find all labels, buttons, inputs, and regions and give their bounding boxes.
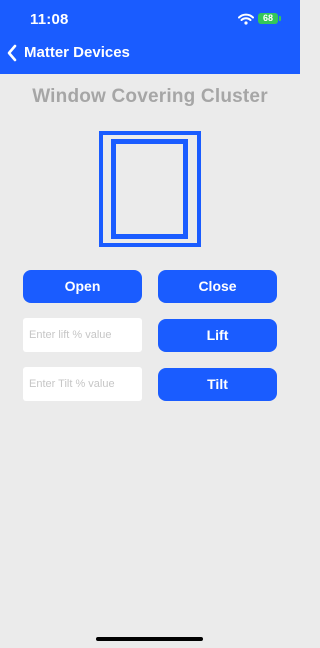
open-button[interactable]: Open <box>23 270 142 303</box>
wifi-icon <box>238 12 254 30</box>
page-title: Window Covering Cluster <box>32 86 268 107</box>
lift-input[interactable]: Enter lift % value <box>23 318 142 352</box>
home-indicator[interactable] <box>96 637 203 641</box>
lift-button[interactable]: Lift <box>158 319 277 352</box>
window-icon <box>99 131 201 252</box>
battery-tip <box>279 16 281 21</box>
status-time: 11:08 <box>30 11 69 28</box>
chevron-left-icon[interactable] <box>6 44 18 67</box>
tilt-input[interactable]: Enter Tilt % value <box>23 367 142 401</box>
tilt-button[interactable]: Tilt <box>158 368 277 401</box>
close-button[interactable]: Close <box>158 270 277 303</box>
header-bar: 11:08 68 Matter Devices <box>0 0 300 74</box>
battery-icon: 68 <box>258 13 278 24</box>
back-button[interactable]: Matter Devices <box>24 44 130 61</box>
